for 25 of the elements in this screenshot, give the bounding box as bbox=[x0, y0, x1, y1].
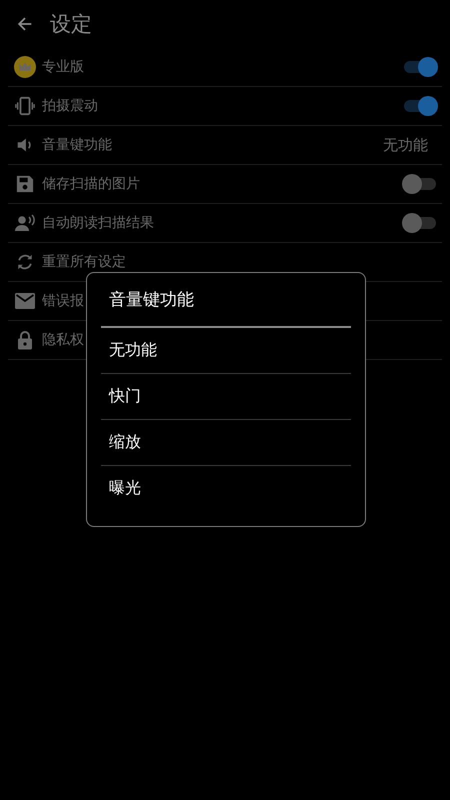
setting-label[interactable]: 拍摄震动 bbox=[42, 97, 402, 115]
mail-icon bbox=[14, 293, 34, 309]
refresh-icon bbox=[16, 253, 34, 271]
dialog-title: 音量键功能 bbox=[108, 289, 195, 312]
page-title: 设定 bbox=[50, 11, 92, 38]
toggle-switch[interactable] bbox=[402, 96, 438, 116]
speaking-person-icon bbox=[14, 213, 36, 233]
setting-label[interactable]: 重置所有设定 bbox=[42, 253, 442, 271]
save-icon bbox=[16, 175, 34, 193]
option-item[interactable]: 曝光 bbox=[101, 478, 141, 499]
toggle-switch[interactable] bbox=[402, 174, 438, 194]
vibration-icon bbox=[14, 96, 36, 116]
setting-value: 无功能 bbox=[383, 136, 428, 154]
toggle-switch[interactable] bbox=[402, 213, 438, 233]
setting-label[interactable]: 音量键功能 bbox=[42, 136, 383, 154]
setting-label[interactable]: 储存扫描的图片 bbox=[42, 175, 402, 193]
option-item[interactable]: 快门 bbox=[101, 386, 141, 407]
lock-icon bbox=[16, 330, 32, 350]
crown-icon bbox=[14, 56, 36, 78]
back-arrow-icon[interactable] bbox=[16, 15, 34, 33]
option-item[interactable]: 无功能 bbox=[101, 340, 157, 361]
option-item[interactable]: 缩放 bbox=[101, 432, 141, 453]
toggle-switch[interactable] bbox=[402, 57, 438, 77]
setting-label[interactable]: 专业版 bbox=[42, 58, 402, 76]
setting-label[interactable]: 自动朗读扫描结果 bbox=[42, 214, 402, 232]
